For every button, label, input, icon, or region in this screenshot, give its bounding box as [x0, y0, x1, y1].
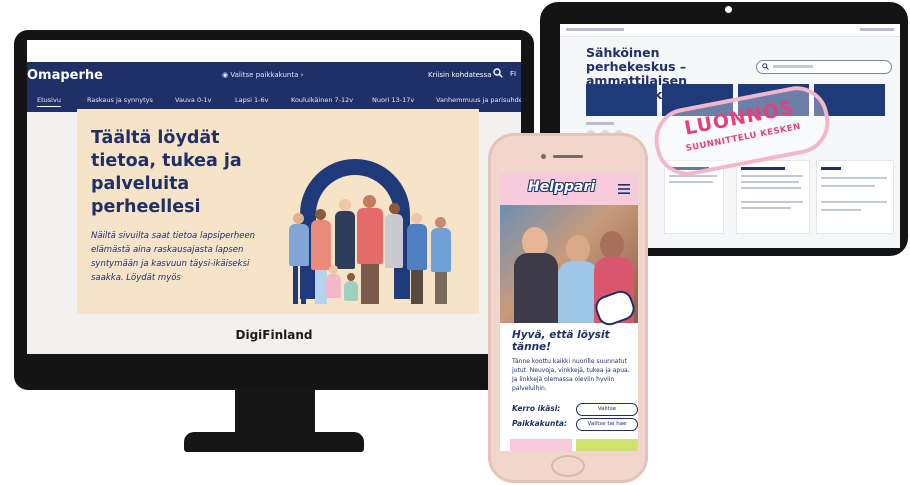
phone-screen: Helppari Hyvä, että löysit tänne! Tänne …	[500, 173, 638, 451]
tablet-camera	[725, 6, 732, 13]
age-label: Kerro ikäsi:	[512, 404, 561, 413]
tablet-topbar	[560, 24, 900, 37]
search-icon	[762, 63, 769, 70]
nav-item-kouluikainen[interactable]: Kouluikäinen 7-12v	[291, 96, 353, 104]
tablet-card-2[interactable]	[736, 160, 810, 234]
digifinland-logo: DigiFinland	[235, 328, 313, 342]
category-tile-1[interactable]	[586, 84, 657, 116]
language-switch[interactable]: FI	[510, 70, 516, 78]
phone-speaker	[553, 155, 583, 158]
nav-item-nuori[interactable]: Nuori 13-17v	[372, 96, 414, 104]
location-select[interactable]: ◉ Valitse paikkakunta ›	[222, 71, 303, 79]
nav-item-etusivu[interactable]: Etusivu	[37, 96, 61, 107]
hero-text: Näiltä sivuilta saat tietoa lapsiperheen…	[91, 231, 256, 283]
location-select-label: Valitse paikkakunta	[230, 71, 299, 79]
phone-home-button	[551, 455, 585, 477]
family-illustration	[273, 169, 473, 314]
green-action-button[interactable]	[576, 439, 638, 451]
tablet-card-3[interactable]	[816, 160, 894, 234]
helppari-header: Helppari	[500, 173, 638, 205]
phone-camera	[541, 154, 546, 159]
nav-item-lapsi[interactable]: Lapsi 1-6v	[235, 96, 268, 104]
phone-intro-text: Tänne koottu kaikki nuorille suunnatut j…	[512, 358, 630, 392]
tablet-user-menu[interactable]	[860, 28, 894, 31]
hero-photo	[500, 205, 638, 329]
phone-heading: Hyvä, että löysit tänne!	[512, 329, 610, 353]
search-icon[interactable]	[493, 68, 503, 78]
desktop-screen: Omaperhe ◉ Valitse paikkakunta › Kriisin…	[27, 40, 521, 354]
monitor-stand-base	[184, 432, 364, 452]
tablet-subheading	[586, 122, 614, 125]
nav-item-raskaus[interactable]: Raskaus ja synnytys	[87, 96, 153, 104]
omaperhe-header: Omaperhe ◉ Valitse paikkakunta › Kriisin…	[27, 62, 521, 90]
search-placeholder	[773, 65, 813, 68]
monitor-stand-neck	[235, 388, 315, 438]
hero-title: Täältä löydät tietoa, tukea ja palveluit…	[91, 128, 242, 217]
tablet-search-input[interactable]	[756, 60, 892, 74]
pink-action-button[interactable]	[510, 439, 572, 451]
nav-item-vanhemmuus[interactable]: Vanhemmuus ja parisuhde	[436, 96, 521, 104]
hamburger-menu-icon[interactable]	[618, 184, 630, 194]
helppari-logo[interactable]: Helppari	[528, 179, 595, 195]
nav-item-vauva[interactable]: Vauva 0-1v	[175, 96, 211, 104]
chevron-right-icon: ›	[298, 71, 304, 79]
tablet-breadcrumb	[566, 28, 624, 31]
age-select[interactable]: Valitse	[576, 403, 638, 416]
city-label: Paikkakunta:	[512, 419, 567, 428]
hero-banner: Täältä löydät tietoa, tukea ja palveluit…	[77, 109, 479, 314]
crisis-link[interactable]: Kriisin kohdatessa	[428, 71, 492, 79]
city-select[interactable]: Valitse tai hae	[576, 418, 638, 431]
omaperhe-logo[interactable]: Omaperhe	[27, 68, 103, 83]
